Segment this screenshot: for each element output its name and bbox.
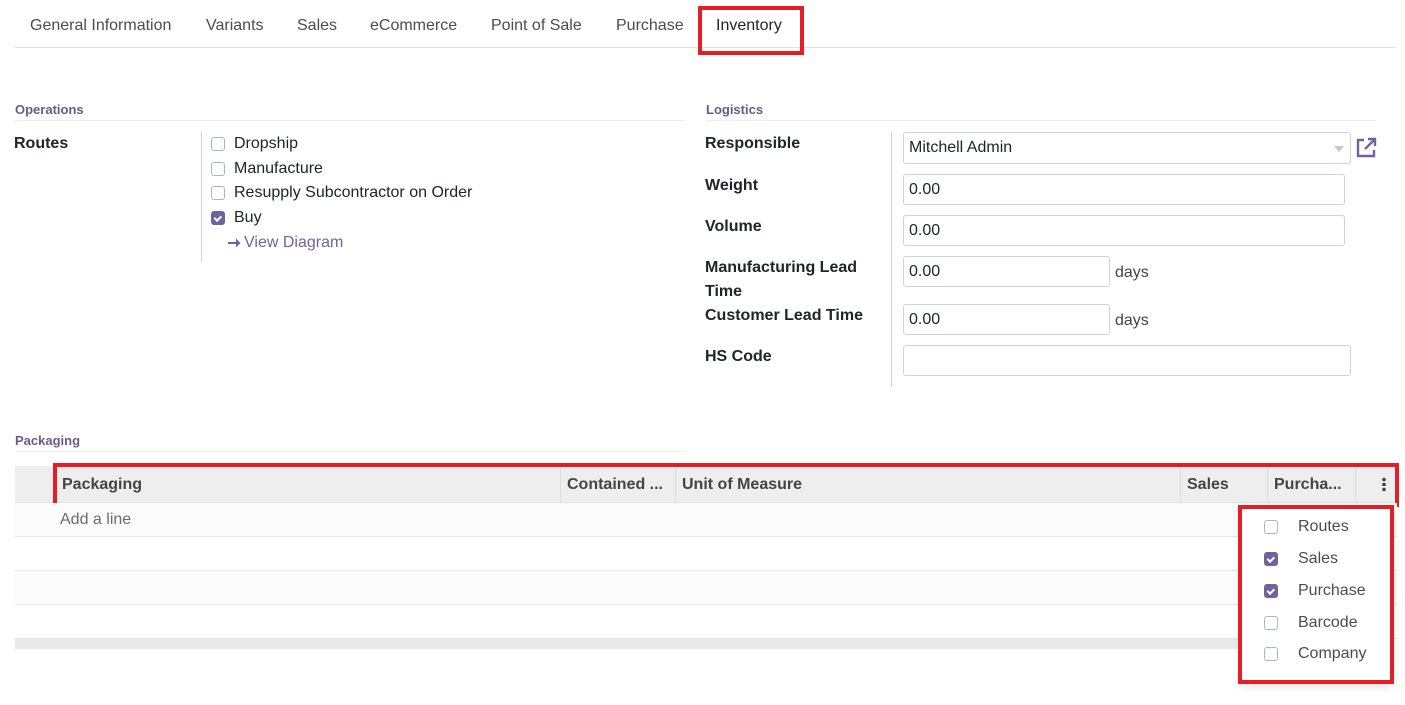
checkbox-routes[interactable] — [1264, 520, 1278, 534]
checkbox-resupply-subcontractor[interactable] — [211, 186, 225, 200]
option-label: Purchase — [1298, 582, 1366, 599]
routes-label: Routes — [14, 135, 69, 152]
logistics-title: Logistics — [706, 102, 764, 117]
view-diagram-link[interactable]: View Diagram — [227, 234, 343, 252]
weight-input[interactable]: 0.00 — [903, 174, 1345, 205]
responsible-label: Responsible — [705, 135, 801, 152]
logistics-divider — [706, 120, 1376, 121]
route-label: Dropship — [234, 135, 299, 152]
table-row: Add a line — [15, 503, 1397, 537]
kebab-vertical-icon[interactable] — [1381, 477, 1387, 492]
option-label: Company — [1298, 645, 1367, 662]
external-link-icon[interactable] — [1354, 136, 1378, 160]
manufacturing-lead-label-2: Time — [705, 283, 743, 300]
view-diagram-label: View Diagram — [244, 234, 344, 251]
checkbox-dropship[interactable] — [211, 137, 225, 151]
routes-separator — [201, 132, 202, 262]
weight-label: Weight — [705, 177, 759, 194]
optional-column-sales[interactable]: Sales — [1264, 548, 1338, 570]
volume-value: 0.00 — [909, 222, 941, 239]
route-label: Resupply Subcontractor on Order — [234, 184, 473, 201]
optional-columns-dropdown: Routes Sales Purchase Barcode Company — [1242, 507, 1391, 681]
option-label: Barcode — [1298, 614, 1358, 631]
option-label: Routes — [1298, 518, 1349, 535]
arrow-right-icon — [228, 238, 241, 248]
chevron-down-icon[interactable] — [1334, 146, 1344, 152]
customer-lead-unit: days — [1115, 312, 1149, 329]
manufacturing-lead-unit: days — [1115, 264, 1149, 281]
optional-columns-toggle[interactable] — [1355, 466, 1397, 503]
tab-inventory[interactable]: Inventory — [716, 17, 782, 35]
column-purchase[interactable]: Purcha... — [1267, 466, 1356, 503]
column-unit-of-measure[interactable]: Unit of Measure — [675, 466, 1181, 503]
route-dropship[interactable]: Dropship — [211, 132, 298, 156]
volume-label: Volume — [705, 218, 762, 235]
tab-general-information[interactable]: General Information — [30, 17, 171, 35]
hs-code-input[interactable] — [903, 345, 1351, 376]
column-packaging[interactable]: Packaging — [55, 466, 561, 503]
notebook-tabs: General Information Variants Sales eComm… — [14, 0, 1396, 48]
checkbox-company[interactable] — [1264, 647, 1278, 661]
tab-point-of-sale[interactable]: Point of Sale — [491, 17, 582, 35]
weight-value: 0.00 — [909, 181, 941, 198]
route-resupply-subcontractor[interactable]: Resupply Subcontractor on Order — [211, 181, 472, 205]
tab-variants[interactable]: Variants — [206, 17, 264, 35]
logistics-separator — [891, 132, 892, 387]
checkbox-manufacture[interactable] — [211, 162, 225, 176]
volume-input[interactable]: 0.00 — [903, 215, 1345, 246]
customer-lead-input[interactable]: 0.00 — [903, 304, 1110, 335]
packaging-table-header: Packaging Contained ... Unit of Measure … — [15, 466, 1397, 503]
column-contained-quantity[interactable]: Contained ... — [560, 466, 676, 503]
packaging-divider — [15, 451, 685, 452]
responsible-value: Mitchell Admin — [909, 139, 1013, 156]
checkbox-purchase[interactable] — [1264, 584, 1278, 598]
optional-column-routes[interactable]: Routes — [1264, 516, 1349, 538]
table-row — [15, 571, 1397, 605]
optional-column-barcode[interactable]: Barcode — [1264, 612, 1358, 634]
operations-title: Operations — [15, 102, 84, 117]
manufacturing-lead-value: 0.00 — [909, 263, 941, 280]
route-buy[interactable]: Buy — [211, 206, 262, 230]
option-label: Sales — [1298, 550, 1339, 567]
table-row — [15, 537, 1397, 571]
checkbox-buy[interactable] — [211, 211, 225, 225]
customer-lead-value: 0.00 — [909, 311, 941, 328]
tab-sales[interactable]: Sales — [297, 17, 337, 35]
route-label: Buy — [234, 209, 262, 226]
horizontal-scrollbar[interactable] — [15, 639, 1240, 649]
add-line-link[interactable]: Add a line — [60, 511, 131, 529]
table-row — [15, 605, 1397, 639]
manufacturing-lead-label: Manufacturing Lead — [705, 259, 858, 276]
responsible-select[interactable]: Mitchell Admin — [903, 132, 1351, 164]
tab-purchase[interactable]: Purchase — [616, 17, 684, 35]
optional-column-purchase[interactable]: Purchase — [1264, 580, 1366, 602]
optional-column-company[interactable]: Company — [1264, 643, 1366, 665]
manufacturing-lead-input[interactable]: 0.00 — [903, 256, 1110, 287]
customer-lead-label: Customer Lead Time — [705, 307, 863, 324]
route-label: Manufacture — [234, 160, 323, 177]
route-manufacture[interactable]: Manufacture — [211, 157, 323, 181]
tab-ecommerce[interactable]: eCommerce — [370, 17, 457, 35]
column-sales[interactable]: Sales — [1180, 466, 1267, 503]
hs-code-label: HS Code — [705, 348, 772, 365]
packaging-title: Packaging — [15, 433, 81, 448]
checkbox-sales[interactable] — [1264, 552, 1278, 566]
checkbox-barcode[interactable] — [1264, 616, 1278, 630]
operations-divider — [15, 120, 685, 121]
